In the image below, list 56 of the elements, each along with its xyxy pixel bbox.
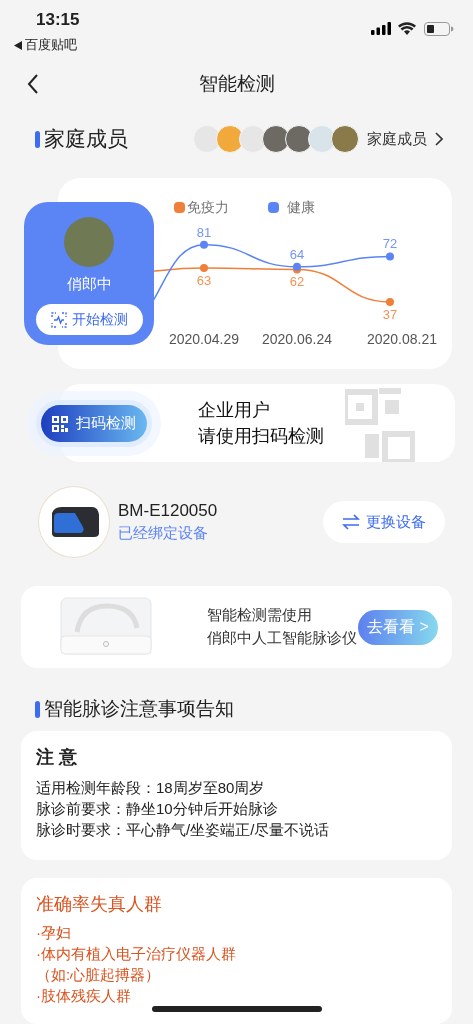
- section-title: 智能脉诊注意事项告知: [44, 697, 234, 721]
- warning-item: ·孕妇: [36, 923, 71, 943]
- qr-code-icon: [52, 415, 68, 432]
- promo-text: 智能检测需使用: [207, 606, 313, 625]
- section-marker-icon: [35, 700, 40, 718]
- notice-title: 注 意: [36, 746, 77, 769]
- scan-hint-text: 企业用户: [198, 399, 271, 422]
- promo-text: 俏郎中人工智能脉诊仪: [207, 629, 358, 648]
- avatar-photo-placeholder: [64, 217, 114, 267]
- data-label: 72: [382, 236, 398, 252]
- family-members-link[interactable]: 家庭成员: [367, 129, 427, 149]
- swap-arrows-icon: [342, 514, 360, 530]
- x-axis-label: 2020.08.21: [366, 331, 438, 347]
- qr-code-icon: [345, 388, 415, 462]
- data-label: 37: [382, 306, 398, 322]
- data-label: 64: [289, 246, 305, 262]
- warning-item: ·肢体残疾人群: [36, 986, 131, 1006]
- notice-text: 脉诊前要求：静坐10分钟后开始脉诊: [36, 799, 278, 819]
- page-title: 智能检测: [198, 72, 275, 96]
- member-name: 俏郎中: [66, 275, 112, 294]
- change-device-button[interactable]: 更换设备: [323, 501, 445, 543]
- binding-status: 已经绑定设备: [118, 524, 209, 543]
- notice-text: 脉诊时要求：平心静气/坐姿端正/尽量不说话: [36, 820, 330, 840]
- data-point: [200, 240, 208, 249]
- section-title: 家庭成员: [44, 126, 128, 152]
- data-point: [386, 252, 394, 261]
- warning-item: ·体内有植入电子治疗仪器人群: [36, 944, 236, 964]
- scan-hint-text: 请使用扫码检测: [198, 425, 325, 448]
- start-test-button[interactable]: 开始检测: [35, 304, 143, 335]
- data-label: 62: [289, 274, 305, 290]
- signal-icon: [371, 22, 391, 35]
- section-marker-icon: [35, 130, 40, 148]
- status-time: 13:15: [36, 10, 80, 30]
- x-axis-label: 2020.04.29: [168, 331, 240, 347]
- data-point: [200, 264, 208, 273]
- back-to-app-link[interactable]: 百度贴吧: [25, 36, 77, 54]
- back-chevron-icon[interactable]: [27, 74, 39, 94]
- warning-title: 准确率失真人群: [36, 893, 162, 916]
- battery-icon: [424, 22, 454, 36]
- warning-item: （如:心脏起搏器）: [36, 965, 161, 985]
- chevron-right-icon[interactable]: [435, 132, 443, 146]
- data-point: [386, 297, 394, 306]
- data-label: 63: [196, 273, 212, 289]
- data-label: 81: [196, 224, 212, 240]
- x-axis-label: 2020.06.24: [261, 331, 333, 347]
- back-triangle-icon[interactable]: [14, 40, 22, 50]
- legend-label: 健康: [287, 199, 315, 215]
- notice-text: 适用检测年龄段：18周岁至80周岁: [36, 778, 265, 798]
- wifi-icon: [398, 22, 416, 35]
- pulse-scan-icon: [50, 311, 67, 328]
- legend-label: 免疫力: [187, 199, 229, 215]
- member-avatar[interactable]: [331, 125, 359, 153]
- legend-item: 免疫力: [174, 199, 229, 215]
- go-see-button[interactable]: 去看看 >: [358, 609, 438, 645]
- legend-item: 健康: [268, 199, 315, 215]
- device-model: BM-E120050: [118, 501, 219, 521]
